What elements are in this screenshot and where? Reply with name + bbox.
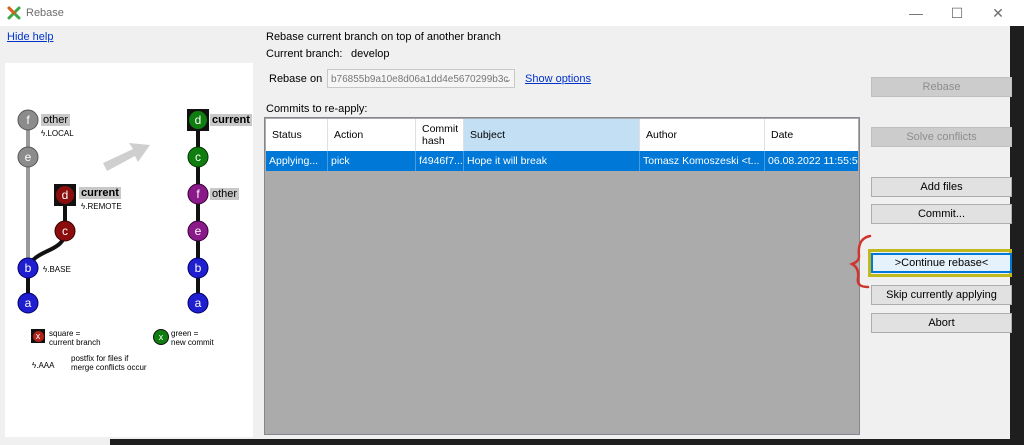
node-b-left: b xyxy=(17,257,39,279)
header-status[interactable]: Status xyxy=(266,119,328,151)
add-files-button[interactable]: Add files xyxy=(871,177,1012,197)
node-f-left: f xyxy=(17,109,39,131)
show-options-link[interactable]: Show options xyxy=(525,73,591,85)
node-d-right: d xyxy=(187,109,209,131)
svg-text:b: b xyxy=(25,261,32,275)
cell-hash: f4946f7... xyxy=(416,151,464,171)
cell-author: Tomasz Komoszeski <t... xyxy=(640,151,765,171)
abort-button[interactable]: Abort xyxy=(871,313,1012,333)
label-remote: ϟ.REMOTE xyxy=(81,202,122,211)
svg-text:d: d xyxy=(195,113,202,127)
legend-square-text: square = current branch xyxy=(49,329,101,347)
node-a-right: a xyxy=(187,292,209,314)
svg-text:c: c xyxy=(195,150,201,164)
current-branch-label: Current branch: xyxy=(266,48,343,60)
current-branch-value: develop xyxy=(351,48,390,60)
header-date[interactable]: Date xyxy=(765,119,858,151)
annotation-bracket xyxy=(849,234,872,289)
node-e-left: e xyxy=(17,146,39,168)
rebase-button[interactable]: Rebase xyxy=(871,77,1012,97)
header-author[interactable]: Author xyxy=(640,119,765,151)
legend-postfix-text: postfix for files if merge conflicts occu… xyxy=(71,354,147,372)
label-other-right: other xyxy=(210,188,240,200)
close-button[interactable]: ✕ xyxy=(978,0,1018,26)
node-e-right: e xyxy=(187,220,209,242)
taskbar-edge xyxy=(0,439,1024,445)
window-title: Rebase xyxy=(26,7,64,19)
label-current-right: current xyxy=(210,114,252,126)
rebase-on-combobox[interactable]: b76855b9a10e8d06a1dd4e5670299b3c ⌄ xyxy=(327,69,515,88)
legend-green-icon: x xyxy=(153,329,169,345)
cell-status: Applying... xyxy=(266,151,328,171)
svg-text:a: a xyxy=(195,296,202,310)
node-f-right: f xyxy=(187,183,209,205)
cell-action: pick xyxy=(328,151,416,171)
grid-header: Status Action Commit hash Subject Author … xyxy=(266,119,858,151)
label-other-left: other xyxy=(41,114,71,126)
legend-postfix-key: ϟ.AAA xyxy=(32,361,55,370)
table-row[interactable]: Applying... pick f4946f7... Hope it will… xyxy=(266,151,858,171)
svg-text:e: e xyxy=(195,224,202,238)
node-c-left: c xyxy=(54,220,76,242)
header-subject[interactable]: Subject xyxy=(464,119,640,151)
node-a-left: a xyxy=(17,292,39,314)
cell-date: 06.08.2022 11:55:54 xyxy=(768,155,858,167)
maximize-button[interactable]: ☐ xyxy=(937,0,977,26)
git-extensions-icon xyxy=(7,6,21,20)
dialog-heading: Rebase current branch on top of another … xyxy=(266,31,501,43)
commit-button[interactable]: Commit... xyxy=(871,204,1012,224)
svg-text:e: e xyxy=(25,150,32,164)
label-local: ϟ.LOCAL xyxy=(41,129,74,138)
rebase-on-label: Rebase on xyxy=(269,73,323,85)
legend-green-text: green = new commit xyxy=(171,329,214,347)
cell-subject: Hope it will break xyxy=(464,151,640,171)
rebase-on-value: b76855b9a10e8d06a1dd4e5670299b3c xyxy=(331,74,509,85)
title-bar: Rebase — ☐ ✕ xyxy=(0,0,1024,26)
continue-rebase-button[interactable]: >Continue rebase< xyxy=(871,253,1012,273)
node-c-right: c xyxy=(187,146,209,168)
header-commit-hash[interactable]: Commit hash xyxy=(416,119,464,151)
skip-currently-applying-button[interactable]: Skip currently applying xyxy=(871,285,1012,305)
legend-square-icon: x xyxy=(31,329,45,343)
minimize-button[interactable]: — xyxy=(896,0,936,26)
svg-text:b: b xyxy=(195,261,202,275)
label-base: ϟ.BASE xyxy=(43,265,71,274)
solve-conflicts-button[interactable]: Solve conflicts xyxy=(871,127,1012,147)
svg-text:d: d xyxy=(62,188,69,202)
node-d-left: d xyxy=(54,184,76,206)
commits-label: Commits to re-apply: xyxy=(266,103,368,115)
help-panel: f other ϟ.LOCAL e d current ϟ.REMOTE c b… xyxy=(5,63,253,437)
svg-text:c: c xyxy=(62,224,68,238)
chevron-down-icon[interactable]: ⌄ xyxy=(504,70,512,87)
hide-help-link[interactable]: Hide help xyxy=(7,31,53,43)
node-b-right: b xyxy=(187,257,209,279)
svg-text:a: a xyxy=(25,296,32,310)
label-current-left: current xyxy=(79,187,121,199)
commits-grid[interactable]: Status Action Commit hash Subject Author … xyxy=(264,117,860,435)
header-action[interactable]: Action xyxy=(328,119,416,151)
background-window-edge xyxy=(1010,26,1024,445)
